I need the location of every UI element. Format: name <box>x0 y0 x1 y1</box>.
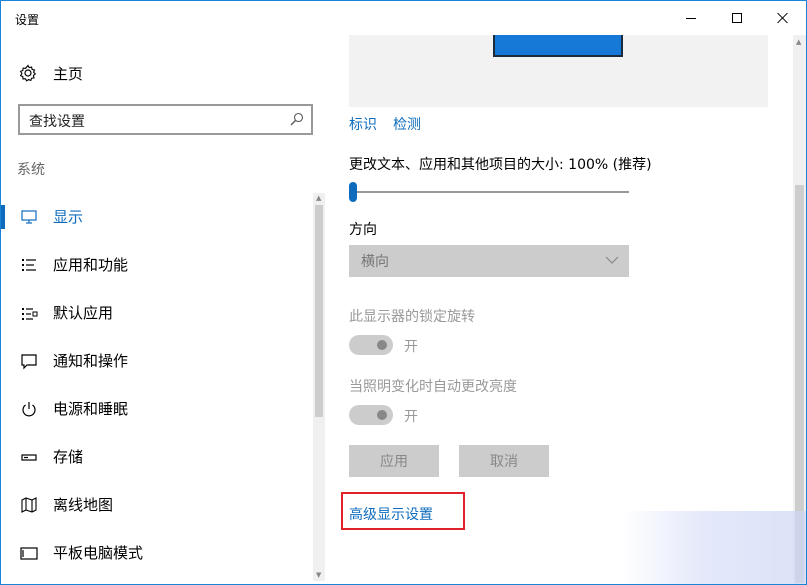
map-icon <box>21 497 37 513</box>
orientation-label: 方向 <box>349 222 377 238</box>
display-links: 标识 检测 <box>349 114 437 134</box>
sidebar-item-label: 通知和操作 <box>53 352 129 370</box>
sidebar-item-display[interactable]: 显示 <box>1 193 313 241</box>
scrollbar-thumb[interactable] <box>315 205 323 417</box>
toggle-knob <box>377 410 387 420</box>
advanced-display-settings-link[interactable]: 高级显示设置 <box>349 504 433 524</box>
auto-brightness-label: 当照明变化时自动更改亮度 <box>349 379 517 395</box>
sidebar-scrollbar[interactable]: ▲ ▼ <box>313 193 325 581</box>
maximize-icon <box>732 13 742 23</box>
orientation-value: 横向 <box>361 254 389 270</box>
sidebar-item-label: 电源和睡眠 <box>53 400 129 418</box>
sidebar-item-notifications[interactable]: 通知和操作 <box>1 337 313 385</box>
rotation-lock-state: 开 <box>404 339 418 355</box>
identify-link[interactable]: 标识 <box>349 117 377 133</box>
search-placeholder: 查找设置 <box>29 114 85 130</box>
display-settings-panel: 标识 检测 更改文本、应用和其他项目的大小: 100% (推荐) 方向 横向 此显… <box>327 35 793 584</box>
power-icon <box>22 402 36 417</box>
scroll-up-arrow-icon[interactable]: ▲ <box>796 38 801 46</box>
monitor-icon <box>21 210 37 224</box>
sidebar: 主页 查找设置 系统 显示 应用和功能 默认应用 通知和操作 电源和睡眠 存储 … <box>1 35 327 584</box>
monitor-tile[interactable] <box>493 35 623 57</box>
default-apps-icon <box>22 308 38 320</box>
title-bar: 设置 <box>1 1 806 35</box>
minimize-icon <box>686 17 696 19</box>
sidebar-item-power-sleep[interactable]: 电源和睡眠 <box>1 385 313 433</box>
sidebar-item-label: 显示 <box>53 208 84 226</box>
storage-icon <box>21 454 37 461</box>
sidebar-item-tablet-mode[interactable]: 平板电脑模式 <box>1 529 313 577</box>
home-label: 主页 <box>53 64 84 83</box>
list-icon <box>22 259 36 271</box>
nav-list: 显示 应用和功能 默认应用 通知和操作 电源和睡眠 存储 离线地图 平板电脑模式 <box>1 193 313 577</box>
rotation-lock-toggle[interactable] <box>349 335 393 355</box>
scroll-up-arrow-icon[interactable]: ▲ <box>316 194 321 202</box>
home-nav-item[interactable]: 主页 <box>19 62 83 84</box>
orientation-dropdown[interactable]: 横向 <box>349 245 629 277</box>
watermark <box>621 511 806 584</box>
detect-link[interactable]: 检测 <box>393 117 421 133</box>
tablet-icon <box>20 547 38 560</box>
close-icon <box>777 12 789 24</box>
sidebar-item-label: 离线地图 <box>53 496 114 514</box>
sidebar-item-label: 应用和功能 <box>53 256 129 274</box>
maximize-button[interactable] <box>714 1 760 35</box>
sidebar-item-apps-features[interactable]: 应用和功能 <box>1 241 313 289</box>
sidebar-item-default-apps[interactable]: 默认应用 <box>1 289 313 337</box>
search-input[interactable]: 查找设置 <box>18 104 313 135</box>
cancel-button[interactable]: 取消 <box>459 445 549 477</box>
slider-track <box>349 191 629 193</box>
search-icon[interactable] <box>290 112 304 126</box>
slider-thumb[interactable] <box>349 182 357 202</box>
auto-brightness-state: 开 <box>404 409 418 425</box>
auto-brightness-toggle[interactable] <box>349 405 393 425</box>
rotation-lock-label: 此显示器的锁定旋转 <box>349 309 475 325</box>
display-preview <box>349 35 768 107</box>
window-title: 设置 <box>15 13 40 27</box>
sidebar-item-storage[interactable]: 存储 <box>1 433 313 481</box>
sidebar-item-offline-maps[interactable]: 离线地图 <box>1 481 313 529</box>
sidebar-item-label: 存储 <box>53 448 84 466</box>
content-scrollbar[interactable]: ▲ <box>793 35 806 584</box>
close-button[interactable] <box>760 1 806 35</box>
sidebar-item-label: 默认应用 <box>53 304 114 322</box>
scale-label: 更改文本、应用和其他项目的大小: 100% (推荐) <box>349 157 652 173</box>
toggle-knob <box>377 340 387 350</box>
scale-slider[interactable] <box>349 181 629 203</box>
sidebar-item-label: 平板电脑模式 <box>53 544 144 562</box>
gear-icon <box>19 64 37 82</box>
chevron-down-icon <box>605 256 619 264</box>
section-title: 系统 <box>17 162 45 178</box>
settings-window: 设置 主页 查找设置 系统 显示 应用和功能 默认应用 通知和操作 电源和睡眠 … <box>0 0 807 585</box>
minimize-button[interactable] <box>668 1 714 35</box>
advanced-link-highlight: 高级显示设置 <box>341 492 465 530</box>
notification-icon <box>21 354 37 370</box>
apply-button[interactable]: 应用 <box>349 445 439 477</box>
scroll-down-arrow-icon[interactable]: ▼ <box>316 571 321 579</box>
